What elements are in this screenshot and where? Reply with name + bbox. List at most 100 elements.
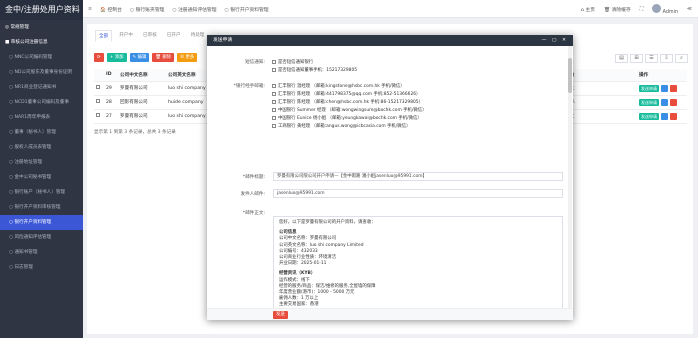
top-nav-tab[interactable]: ○ 银行开户资料管理 xyxy=(225,6,269,13)
row-cell xyxy=(596,81,637,96)
notify-director-label: 是否短信通知董事手机：15217329805 xyxy=(278,68,358,73)
status-tab[interactable]: 开户中 xyxy=(116,30,136,42)
pagination-info: 显示第 1 到第 3 条记录，总共 3 条记录 xyxy=(94,130,176,135)
status-tab[interactable]: 已审核 xyxy=(140,30,160,42)
sidebar-item[interactable]: ○ ND公司股东及董事身份证明 xyxy=(0,65,83,80)
bank-contact-checkbox[interactable]: 中国银行 Summer 经理 （邮箱:wongwingsum@bochk.com… xyxy=(272,107,427,113)
bank-contact-checkbox[interactable]: 汇丰银行 陈经理 （邮箱:chen@hsbc.com.hk 手机:86-1521… xyxy=(272,99,423,105)
dialog-scrollbar[interactable] xyxy=(568,46,572,308)
menu-toggle-icon[interactable]: ≡ xyxy=(88,7,92,12)
bank-email-label: *银行经手邮箱: xyxy=(233,84,265,89)
sidebar-item[interactable]: ○ 注册地址管理 xyxy=(0,155,83,170)
status-tab[interactable]: 待处理 xyxy=(188,30,208,42)
bank-contact-checkbox[interactable]: 工商银行 黄经理 （邮箱:angus.wong@icbcasia.com 手机/… xyxy=(272,123,410,129)
checkbox-icon[interactable] xyxy=(272,116,276,120)
sidebar-item[interactable]: ○ 银行开户资料管理 xyxy=(0,215,83,230)
top-nav-tab[interactable]: 🏠 控制台 xyxy=(100,6,122,13)
sidebar-item[interactable]: ○ 银行开户资料审核管理 xyxy=(0,200,83,215)
columns-icon[interactable]: ☰ xyxy=(645,54,658,63)
checkbox-icon[interactable] xyxy=(272,108,276,112)
top-nav-tab[interactable]: ○ 银行账夹管理 xyxy=(130,6,165,13)
table-view-icon[interactable]: ▤ xyxy=(615,54,628,63)
edit-icon[interactable] xyxy=(661,84,668,92)
row-checkbox-cell[interactable] xyxy=(94,81,104,96)
sidebar-item[interactable]: ○ NNC公司编码管理 xyxy=(0,50,83,65)
home-link[interactable]: ⌂ 主页 xyxy=(581,6,595,13)
window-controls[interactable]: — ▢ ✕ xyxy=(542,35,568,46)
status-tabs: 全部 开户中 已审核 已开户 待处理 xyxy=(95,30,207,42)
sidebar-item[interactable]: ○ 日志管理 xyxy=(0,260,83,275)
bank-contact-checkbox[interactable]: 中国银行 Eunice 杨小姐 （邮箱:yeungkawai@bochk.com… xyxy=(272,115,422,121)
search-icon[interactable]: ⌕ xyxy=(675,54,688,63)
checkbox-icon[interactable] xyxy=(96,99,100,103)
top-nav-tab[interactable]: ○ 注册通知评估管理 xyxy=(172,6,216,13)
checkbox-icon[interactable] xyxy=(96,113,100,117)
top-navbar: ≡ 🏠 控制台 ○ 银行账夹管理 ○ 注册通知评估管理 ○ 银行开户资料管理 ⌂ 主页 … xyxy=(83,0,698,18)
edit-icon[interactable] xyxy=(661,112,668,120)
checkbox-icon[interactable] xyxy=(272,84,276,88)
delete-icon[interactable] xyxy=(670,98,677,106)
status-tab[interactable]: 全部 xyxy=(95,30,113,42)
notify-bank-label: 是否短信通知银行 xyxy=(278,60,314,65)
row-checkbox-cell[interactable] xyxy=(94,95,104,110)
checkbox-icon[interactable] xyxy=(272,68,276,72)
edit-icon[interactable] xyxy=(661,98,668,106)
sidebar-item[interactable]: ○ 金中公司秘书管理 xyxy=(0,170,83,185)
collapse-icon[interactable]: ≪ xyxy=(687,7,692,12)
column-header xyxy=(596,69,637,82)
checkbox-icon[interactable] xyxy=(272,92,276,96)
delete-icon[interactable] xyxy=(670,84,677,92)
sidebar-item[interactable]: ○ 银行账户（秘书人）管理 xyxy=(0,185,83,200)
email-body-textarea[interactable]: 您好，以下是罗曼有限公司的开户资料，请查收： 公司信息 公司中文名称：罗曼有限公司公… xyxy=(273,216,563,308)
subject-input[interactable]: 罗曼有限公司限公司开户申请—【金中雨路 潘小姐jasenluo@95991.co… xyxy=(273,172,563,181)
status-tab[interactable]: 已开户 xyxy=(164,30,184,42)
sidebar-item[interactable]: ○ 风险通知评估管理 xyxy=(0,230,83,245)
send-request-dialog: 发送申请 — ▢ ✕ 短信通知: 是否短信通知银行 是否短信通知董事手机：152… xyxy=(207,35,573,320)
send-request-button[interactable]: 发送申请 xyxy=(639,84,659,92)
row-actions: 发送申请 xyxy=(637,109,687,124)
fullscreen-icon[interactable]: ⛶ xyxy=(640,6,643,12)
checkbox-icon[interactable] xyxy=(272,124,276,128)
sidebar-item[interactable]: ○ NCD1董事公司编码及董事 xyxy=(0,95,83,110)
sidebar-item[interactable]: ○ 股权人成员表管理 xyxy=(0,140,83,155)
column-header xyxy=(94,69,104,82)
row-actions: 发送申请 xyxy=(637,95,687,110)
notify-director-checkbox[interactable]: 是否短信通知董事手机：15217329805 xyxy=(272,67,357,73)
row-checkbox-cell[interactable] xyxy=(94,109,104,124)
send-button[interactable]: 发送 xyxy=(273,311,288,319)
scrollbar-thumb[interactable] xyxy=(568,58,572,93)
checkbox-icon[interactable] xyxy=(272,60,276,64)
delete-button[interactable]: 🗑 删除 xyxy=(152,53,175,62)
send-request-button[interactable]: 发送申请 xyxy=(639,98,659,106)
notify-bank-checkbox[interactable]: 是否短信通知银行 xyxy=(272,59,313,65)
more-button[interactable]: ☰ 更多 xyxy=(177,53,198,62)
checkbox-icon[interactable] xyxy=(272,100,276,104)
sender-input[interactable]: jasenluo@95991.com xyxy=(273,189,563,198)
column-header: 公司中文名称 xyxy=(118,69,166,82)
sidebar-item[interactable]: ○ NR1商业登记通知书 xyxy=(0,80,83,95)
edit-button[interactable]: ✎ 编辑 xyxy=(129,53,150,62)
delete-icon[interactable] xyxy=(670,112,677,120)
refresh-button[interactable]: ⟳ xyxy=(94,53,104,62)
dialog-header: 发送申请 — ▢ ✕ xyxy=(207,35,573,46)
export-icon[interactable]: ⇩ xyxy=(660,54,673,63)
bank-contact-checkbox[interactable]: 汇丰银行 温经理 （邮箱:kingstone@hsbc.com.hk 手机/微信… xyxy=(272,83,405,89)
checkbox-icon[interactable] xyxy=(96,85,100,89)
sidebar-item[interactable]: ■ 审核公司注册信息 xyxy=(0,35,83,50)
top-nav-tabs: ≡ 🏠 控制台 ○ 银行账夹管理 ○ 注册通知评估管理 ○ 银行开户资料管理 xyxy=(88,0,269,18)
bank-contact-label: 中国银行 Summer 经理 （邮箱:wongwingsum@bochk.com… xyxy=(278,108,427,113)
grid-view-icon[interactable]: ⊞ xyxy=(630,54,643,63)
dialog-title: 发送申请 xyxy=(213,38,233,43)
clear-cache-link[interactable]: 🗑 清除缓存 xyxy=(604,6,631,13)
send-request-button[interactable]: 发送申请 xyxy=(639,112,659,120)
top-nav-actions: ⌂ 主页 🗑 清除缓存 ⛶ Admin ≪ xyxy=(581,0,692,18)
add-button[interactable]: + 添加 xyxy=(106,53,127,62)
row-company-cn: 罗曼有限公司 xyxy=(118,81,166,96)
sidebar-item[interactable]: ○ 董事（秘书人）管理 xyxy=(0,125,83,140)
sidebar-item[interactable]: ◎ 常规管理 xyxy=(0,20,83,35)
user-menu[interactable]: Admin xyxy=(652,3,678,15)
sidebar-item[interactable]: ○ NAR1周年申报表 xyxy=(0,110,83,125)
sidebar-item[interactable]: ○ 通知书管理 xyxy=(0,245,83,260)
bank-contact-label: 汇丰银行 温经理 （邮箱:kingstone@hsbc.com.hk 手机/微信… xyxy=(278,84,405,89)
bank-contact-checkbox[interactable]: 汇丰银行 陈经理 （邮箱:441798375@qq.com 手机:852-513… xyxy=(272,91,420,97)
